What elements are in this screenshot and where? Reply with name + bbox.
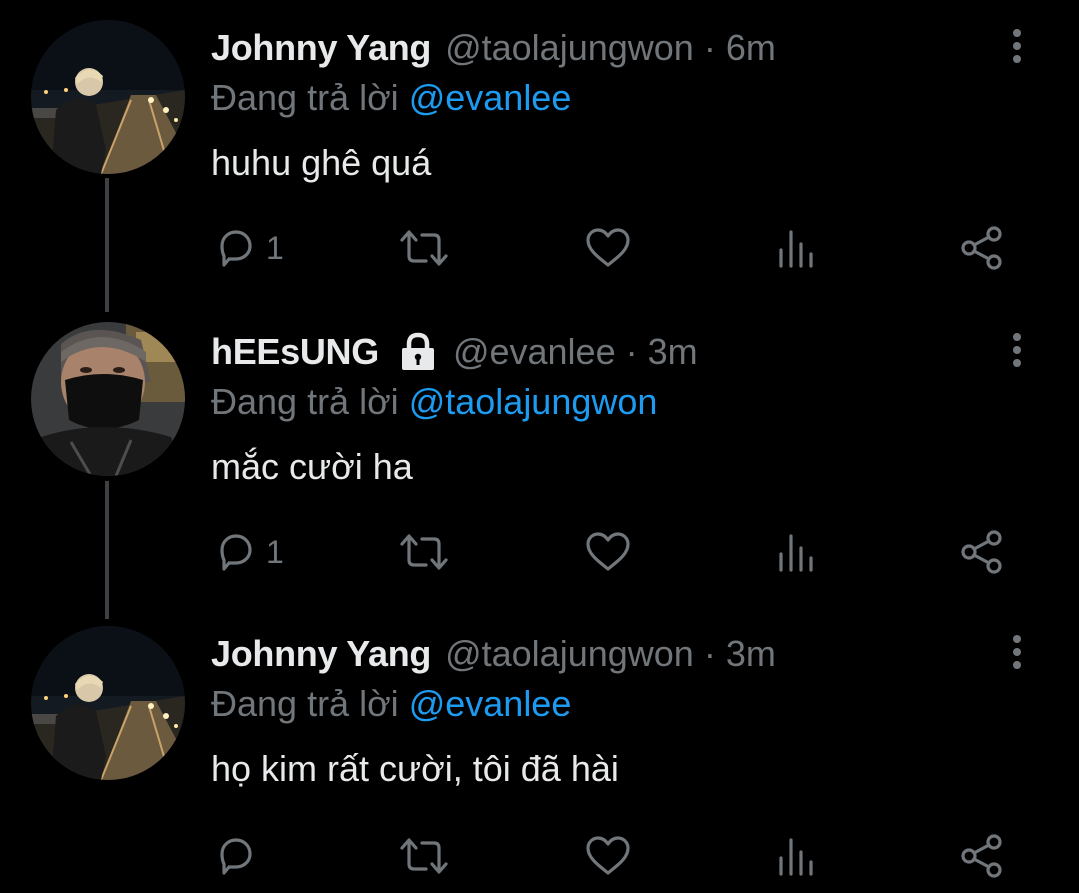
timestamp[interactable]: 3m — [648, 328, 698, 376]
avatar[interactable] — [31, 322, 185, 476]
replying-to: Đang trả lời @evanlee — [211, 74, 571, 122]
tweet-text: huhu ghê quá — [211, 142, 432, 183]
tweet-thread: Johnny Yang @taolajungwon · 6m Đang trả … — [0, 0, 1079, 893]
reply-button[interactable]: 1 — [214, 224, 284, 272]
views-button[interactable] — [776, 224, 816, 272]
tweet[interactable]: hEEsUNG @evanlee · 3m Đang trả lời @taol… — [0, 304, 1079, 604]
heart-icon — [586, 532, 630, 571]
mention-link[interactable]: @evanlee — [409, 683, 572, 724]
retweet-icon — [400, 230, 448, 266]
mention-link[interactable]: @evanlee — [409, 77, 572, 118]
tweet[interactable]: Johnny Yang @taolajungwon · 3m Đang trả … — [0, 606, 1079, 893]
user-handle[interactable]: @taolajungwon — [445, 24, 694, 72]
display-name[interactable]: Johnny Yang — [211, 630, 431, 678]
like-button[interactable] — [584, 224, 632, 272]
replying-to: Đang trả lời @taolajungwon — [211, 378, 657, 426]
heart-icon — [586, 836, 630, 875]
tweet-text: họ kim rất cười, tôi đã hài — [211, 748, 619, 789]
retweet-button[interactable] — [398, 528, 450, 576]
more-vertical-icon[interactable] — [1003, 632, 1031, 672]
share-button[interactable] — [959, 832, 1005, 880]
share-button[interactable] — [959, 528, 1005, 576]
replying-to-label: Đang trả lời — [211, 683, 399, 724]
share-icon — [961, 834, 1002, 878]
user-handle[interactable]: @evanlee — [453, 328, 616, 376]
mention-link[interactable]: @taolajungwon — [409, 381, 658, 422]
timestamp[interactable]: 3m — [726, 630, 776, 678]
reply-icon — [220, 230, 252, 267]
like-button[interactable] — [584, 528, 632, 576]
views-button[interactable] — [776, 832, 816, 880]
separator-dot: · — [625, 331, 638, 372]
replying-to-label: Đang trả lời — [211, 381, 399, 422]
timestamp[interactable]: 6m — [726, 24, 776, 72]
share-button[interactable] — [959, 224, 1005, 272]
more-vertical-icon[interactable] — [1003, 330, 1031, 370]
reply-count: 1 — [266, 533, 284, 570]
reply-button[interactable]: 1 — [214, 528, 284, 576]
tweet-actions: 1 — [0, 220, 1079, 276]
reply-button[interactable] — [214, 832, 266, 880]
avatar[interactable] — [31, 20, 185, 174]
replying-to: Đang trả lời @evanlee — [211, 680, 571, 728]
tweet-header: Johnny Yang @taolajungwon · 3m — [211, 630, 776, 678]
reply-icon — [220, 534, 252, 571]
display-name[interactable]: Johnny Yang — [211, 24, 431, 72]
tweet-text: mắc cười ha — [211, 446, 413, 487]
more-vertical-icon[interactable] — [1003, 26, 1031, 66]
reply-icon — [220, 838, 252, 875]
retweet-icon — [400, 534, 448, 570]
tweet-header: hEEsUNG @evanlee · 3m — [211, 328, 698, 376]
avatar[interactable] — [31, 626, 185, 780]
share-icon — [961, 226, 1002, 270]
replying-to-label: Đang trả lời — [211, 77, 399, 118]
retweet-icon — [400, 838, 448, 874]
retweet-button[interactable] — [398, 832, 450, 880]
retweet-button[interactable] — [398, 224, 450, 272]
like-button[interactable] — [584, 832, 632, 880]
separator-dot: · — [703, 27, 716, 68]
share-icon — [961, 530, 1002, 574]
reply-count: 1 — [266, 229, 284, 266]
views-button[interactable] — [776, 528, 816, 576]
display-name[interactable]: hEEsUNG — [211, 328, 379, 376]
tweet-actions — [0, 828, 1079, 884]
user-handle[interactable]: @taolajungwon — [445, 630, 694, 678]
lock-icon — [401, 332, 434, 370]
tweet-header: Johnny Yang @taolajungwon · 6m — [211, 24, 776, 72]
tweet-actions: 1 — [0, 524, 1079, 580]
separator-dot: · — [703, 633, 716, 674]
heart-icon — [586, 228, 630, 267]
analytics-icon — [779, 534, 813, 572]
analytics-icon — [779, 838, 813, 876]
analytics-icon — [779, 230, 813, 268]
tweet[interactable]: Johnny Yang @taolajungwon · 6m Đang trả … — [0, 0, 1079, 300]
